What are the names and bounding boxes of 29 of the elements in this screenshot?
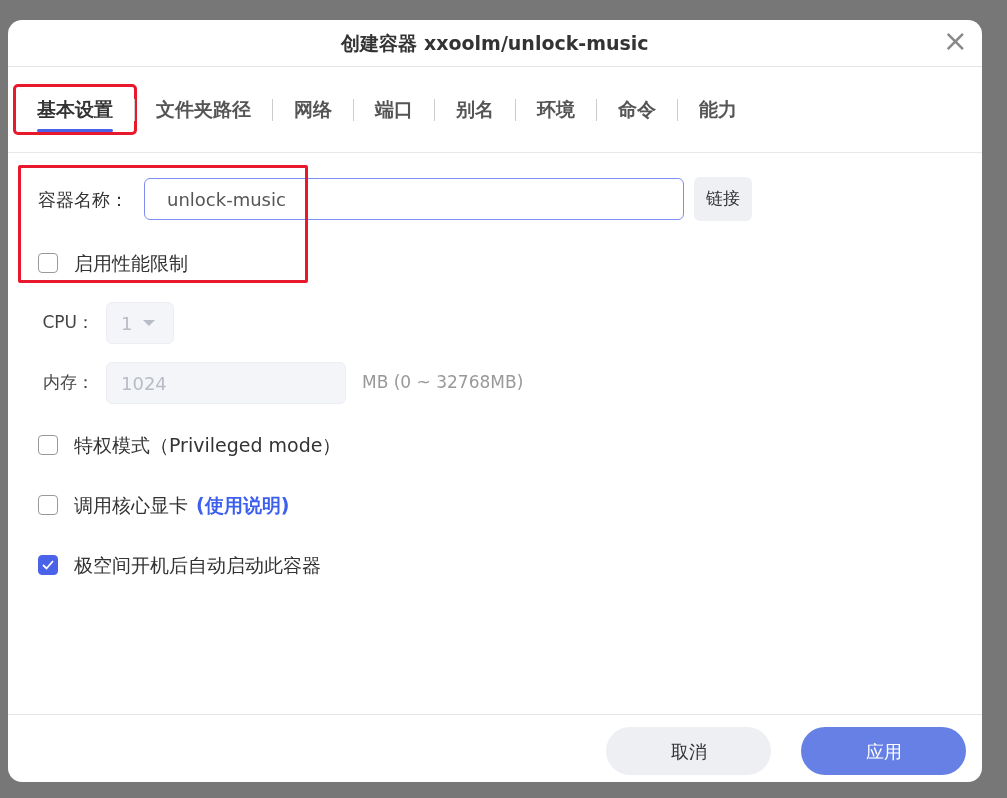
tab[interactable]: 网络 — [273, 87, 353, 132]
dialog-title: 创建容器 xxoolm/unlock-music — [341, 30, 649, 56]
tab[interactable]: 能力 — [678, 87, 758, 132]
checkbox[interactable] — [38, 495, 58, 515]
cancel-button[interactable]: 取消 — [606, 727, 771, 775]
unit-hint: MB (0 ~ 32768MB) — [362, 371, 524, 395]
checkbox[interactable] — [38, 555, 58, 575]
field-label: 容器名称： — [38, 187, 128, 212]
check-icon — [41, 559, 55, 571]
checkbox[interactable] — [38, 253, 58, 273]
checkbox[interactable] — [38, 435, 58, 455]
tab[interactable]: 命令 — [597, 87, 677, 132]
tab[interactable]: 文件夹路径 — [135, 87, 272, 132]
option-label: 调用核心显卡 — [74, 492, 188, 518]
close-button[interactable]: × — [938, 26, 972, 56]
name-input-field[interactable]: unlock-music — [144, 178, 684, 220]
option-label: 极空间开机后自动启动此容器 — [74, 552, 321, 578]
tab[interactable]: 别名 — [435, 87, 515, 132]
caret-icon — [142, 319, 157, 327]
option-label: 特权模式（Privileged mode） — [74, 432, 342, 458]
link-button[interactable]: 链接 — [694, 177, 752, 221]
field-label: CPU： — [41, 311, 94, 335]
field-label: 内存： — [42, 371, 94, 395]
tab[interactable]: 端口 — [354, 87, 434, 132]
option-label: 启用性能限制 — [74, 250, 188, 276]
tab[interactable]: 基本设置 — [16, 87, 134, 132]
apply-button[interactable]: 应用 — [801, 727, 966, 775]
tab[interactable]: 环境 — [516, 87, 596, 132]
help-link[interactable]: (使用说明) — [196, 490, 290, 520]
